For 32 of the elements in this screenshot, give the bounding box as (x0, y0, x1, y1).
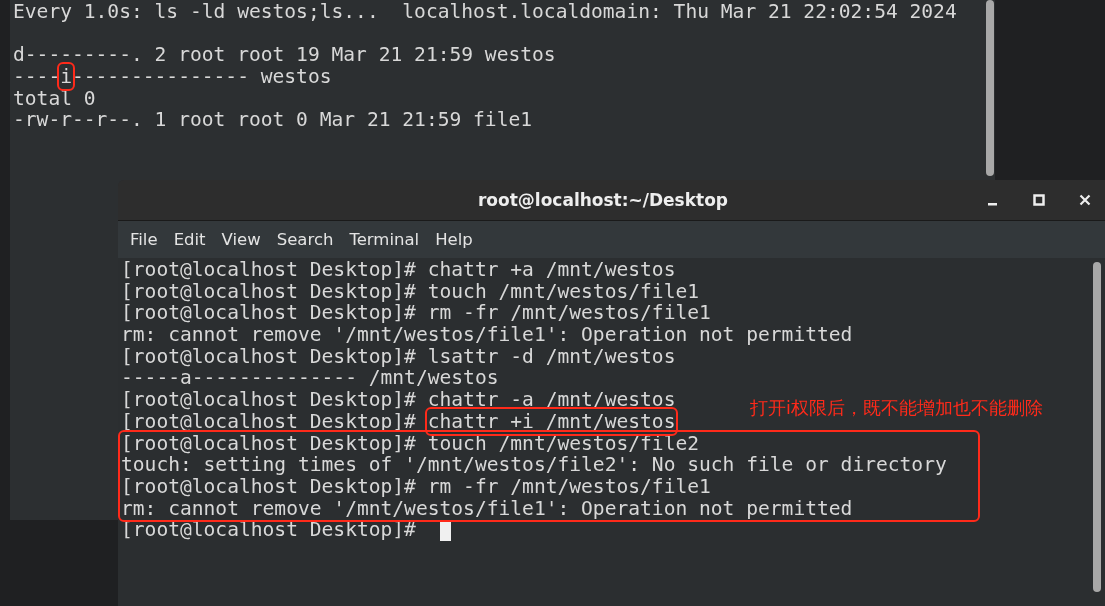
scrollbar[interactable] (985, 0, 995, 178)
terminal-text: ---- (13, 65, 61, 89)
terminal-text: [root@localhost Desktop]# lsattr -d /mnt/westos (121, 344, 676, 368)
menu-item[interactable]: File (122, 226, 166, 253)
terminal-text: rm: cannot remove '/mnt/westos/file1': Operation not permitted (121, 496, 853, 520)
terminal-text: total 0 (13, 86, 96, 110)
terminal-text: rm: cannot remove '/mnt/westos/file1': Operation not permitted (121, 323, 853, 347)
terminal-text: -----a-------------- /mnt/westos (121, 366, 499, 390)
terminal-text: -rw-r--r--. 1 root root 0 Mar 21 21:59 file1 (13, 108, 533, 132)
terminal-text: touch: setting times of '/mnt/westos/file2': No such file or directory (121, 453, 947, 477)
terminal-text: d---------. 2 root root 19 Mar 21 21:59 westos (13, 43, 556, 67)
terminal-text: [root@localhost Desktop]# touch /mnt/westos/file1 (121, 279, 700, 303)
terminal-text: [root@localhost Desktop]# (121, 518, 417, 542)
highlighted-text: i (60, 65, 72, 89)
terminal-text: [root@localhost Desktop]# chattr -a /mnt/westos (121, 388, 676, 412)
annotation-text: 打开i权限后，既不能增加也不能删除 (750, 397, 1043, 420)
menu-item[interactable]: Edit (165, 226, 214, 253)
menu-item[interactable]: Terminal (341, 226, 428, 253)
terminal-text: [root@localhost Desktop]# chattr +a /mnt/westos (121, 258, 676, 281)
menu-item[interactable]: Help (427, 226, 481, 253)
terminal-text: [root@localhost Desktop]# rm -fr /mnt/westos/file1 (121, 301, 711, 325)
window-title: root@localhost:~/Desktop (477, 190, 729, 210)
terminal-text: --------------- westos (72, 65, 332, 89)
highlighted-text: chattr +i /mnt/westos (427, 409, 676, 433)
terminal-text: [root@localhost Desktop]# (121, 409, 417, 433)
terminal-text: Every 1.0s: ls -ld westos;ls... localhost.localdomain: Thu Mar 21 22:02:54 2024 (13, 0, 957, 23)
close-icon[interactable] (1079, 194, 1091, 206)
terminal-text: [root@localhost Desktop]# touch /mnt/westos/file2 (121, 431, 700, 455)
maximize-icon[interactable] (1033, 194, 1045, 206)
menu-item[interactable]: View (213, 226, 269, 253)
menu-item[interactable]: Search (268, 226, 342, 253)
terminal-text: [root@localhost Desktop]# rm -fr /mnt/westos/file1 (121, 474, 711, 498)
